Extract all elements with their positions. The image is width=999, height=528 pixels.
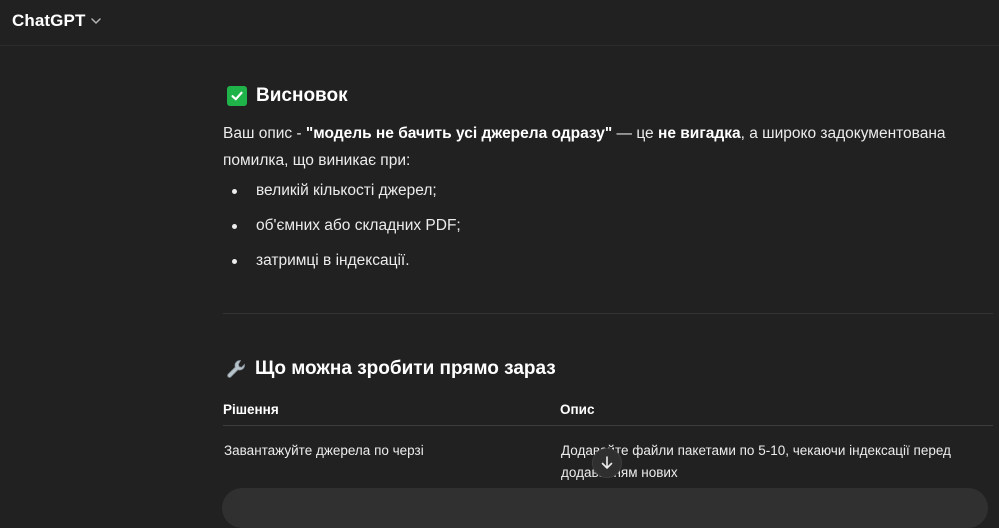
para-bold-emphasis: не вигадка xyxy=(657,125,741,142)
assistant-message: Висновок Ваш опис - "модель не бачить ус… xyxy=(223,46,993,485)
para-text: — це xyxy=(612,125,658,142)
scroll-to-bottom-button[interactable] xyxy=(592,448,622,478)
conclusion-heading-text: Висновок xyxy=(256,85,348,106)
actions-heading: Що можна зробити прямо зараз xyxy=(223,358,993,380)
para-text: Ваш опис - xyxy=(223,125,306,142)
para-bold-quote: "модель не бачить усі джерела одразу" xyxy=(305,125,613,142)
top-bar: ChatGPT xyxy=(0,0,999,46)
table-cell: Додавайте файли пакетами по 5-10, чекаюч… xyxy=(561,443,951,480)
list-item: великій кількості джерел; xyxy=(223,181,993,201)
chevron-down-icon xyxy=(91,18,102,24)
arrow-down-icon xyxy=(601,456,613,469)
table-cell: Завантажуйте джерела по черзі xyxy=(224,443,424,458)
cause-list: великій кількості джерел; об'ємних або с… xyxy=(223,181,993,271)
model-selector-button[interactable]: ChatGPT xyxy=(12,9,102,33)
list-item: об'ємних або складних PDF; xyxy=(223,216,993,236)
conclusion-paragraph: Ваш опис - "модель не бачить усі джерела… xyxy=(223,120,993,174)
table-header-row: Рішення Опис xyxy=(223,393,993,426)
conclusion-heading: Висновок xyxy=(223,85,993,107)
model-name: ChatGPT xyxy=(12,11,86,30)
wrench-icon xyxy=(227,360,245,378)
list-item: затримці в індексації. xyxy=(223,251,993,271)
check-mark-icon xyxy=(227,86,247,106)
column-header: Рішення xyxy=(223,393,560,426)
message-composer[interactable] xyxy=(222,488,988,528)
actions-heading-text: Що можна зробити прямо зараз xyxy=(255,358,556,379)
column-header: Опис xyxy=(560,393,993,426)
